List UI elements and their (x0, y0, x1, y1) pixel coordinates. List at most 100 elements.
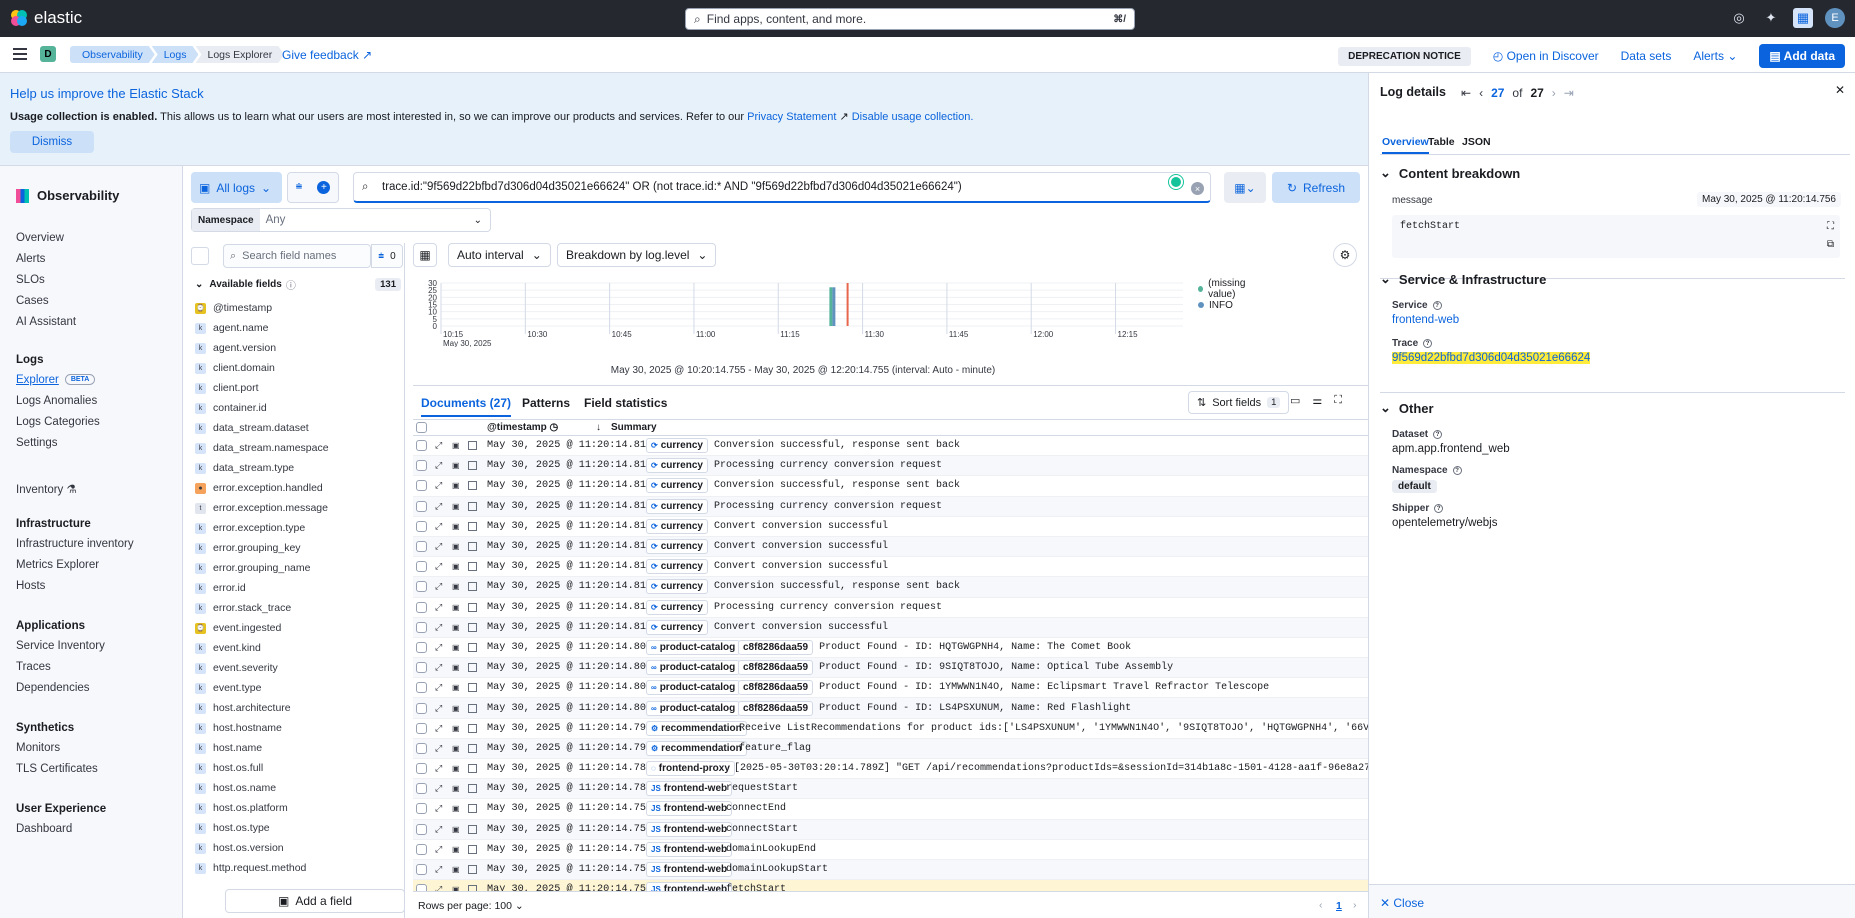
table-row[interactable]: ⤢ ▣ May 30, 2025 @ 11:20:14.809 ∞ product-ca… (413, 638, 1368, 659)
next-page-icon[interactable]: › (1353, 899, 1357, 911)
give-feedback-link[interactable]: Give feedback ↗ (282, 48, 372, 62)
prev-page-icon[interactable]: ‹ (1479, 86, 1483, 100)
field-item[interactable]: k http.request.method (195, 858, 401, 878)
document-icon[interactable] (468, 683, 477, 693)
expand-row-icon[interactable]: ⤢ (435, 460, 442, 471)
field-item[interactable]: k error.id (195, 578, 401, 598)
table-row[interactable]: ⤢ ▣ May 30, 2025 @ 11:20:14.814 ⟳ currency Co… (413, 517, 1368, 537)
expand-row-icon[interactable]: ⤢ (435, 703, 442, 714)
field-item[interactable]: k data_stream.type (195, 458, 401, 478)
row-checkbox[interactable] (416, 581, 427, 593)
document-icon[interactable] (468, 703, 477, 713)
nav-item-dependencies[interactable]: Dependencies (16, 682, 105, 696)
alerts-menu[interactable]: Alerts ⌄ (1693, 49, 1737, 63)
legend-item-missing[interactable]: (missing value)⋮ (1198, 278, 1376, 300)
table-row[interactable]: ⤢ ▣ May 30, 2025 @ 11:20:14.809 ∞ product-ca… (413, 658, 1368, 679)
document-icon[interactable] (468, 481, 477, 491)
expand-row-icon[interactable]: ⤢ (435, 723, 442, 734)
table-row[interactable]: ⤢ ▣ May 30, 2025 @ 11:20:14.756 JS frontend-… (413, 840, 1368, 860)
expand-row-icon[interactable]: ⤢ (435, 763, 442, 774)
stacktrace-icon[interactable]: ▣ (452, 865, 460, 874)
document-icon[interactable] (468, 844, 477, 854)
select-all-checkbox[interactable] (416, 422, 427, 433)
nav-item-ai-assistant[interactable]: AI Assistant (16, 316, 76, 330)
document-icon[interactable] (468, 663, 477, 673)
service-infra-header[interactable]: ⌄ Service & Infrastructure (1380, 271, 1850, 287)
display-settings-icon[interactable]: ⚌ (1312, 394, 1322, 407)
row-checkbox[interactable] (416, 641, 427, 653)
document-icon[interactable] (468, 622, 477, 632)
nav-item-slos[interactable]: SLOs (16, 274, 76, 288)
document-icon[interactable] (468, 461, 477, 471)
service-badge[interactable]: ⟳ currency (646, 619, 708, 635)
service-badge[interactable]: JS frontend-web (646, 841, 733, 857)
service-badge[interactable]: JS frontend-web (646, 862, 733, 878)
document-icon[interactable] (468, 602, 477, 612)
stacktrace-icon[interactable]: ▣ (452, 522, 460, 531)
service-badge[interactable]: JS frontend-web (646, 821, 733, 837)
stacktrace-icon[interactable]: ▣ (452, 441, 460, 450)
service-badge[interactable]: ⟳ currency (646, 539, 708, 555)
nav-item-alerts[interactable]: Alerts (16, 253, 76, 267)
stacktrace-icon[interactable]: ▣ (452, 582, 460, 591)
row-checkbox[interactable] (416, 621, 427, 633)
stacktrace-icon[interactable]: ▣ (452, 603, 460, 612)
expand-row-icon[interactable]: ⤢ (435, 824, 442, 835)
nav-item-tls-certificates[interactable]: TLS Certificates (16, 763, 98, 777)
service-badge[interactable]: ⟳ currency (646, 498, 708, 514)
nav-item-logs-categories[interactable]: Logs Categories (16, 416, 100, 430)
expand-row-icon[interactable]: ⤢ (435, 581, 442, 592)
row-checkbox[interactable] (416, 864, 427, 876)
table-row[interactable]: ⤢ ▣ May 30, 2025 @ 11:20:14.813 ⟳ currency Co… (413, 577, 1368, 598)
nav-item-explorer[interactable]: Explorer BETA (16, 374, 100, 388)
tab-patterns[interactable]: Patterns (522, 396, 570, 410)
stacktrace-icon[interactable]: ▣ (452, 804, 460, 813)
table-row[interactable]: ⤢ ▣ May 30, 2025 @ 11:20:14.814 ⟳ currency Co… (413, 536, 1368, 558)
data-source-selector[interactable]: ▣ All logs ⌄ (191, 172, 282, 203)
tab-table[interactable]: Table (1428, 136, 1455, 148)
row-checkbox[interactable] (416, 742, 427, 754)
expand-row-icon[interactable]: ⤢ (435, 844, 442, 855)
document-icon[interactable] (468, 784, 477, 794)
field-item[interactable]: ⌚ @timestamp (195, 298, 401, 318)
calendar-toggle-icon[interactable]: ▦ (413, 243, 437, 267)
service-badge[interactable]: ⟳ currency (646, 438, 708, 454)
table-row[interactable]: ⤢ ▣ May 30, 2025 @ 11:20:14.798 ⚙ recommenda… (413, 719, 1368, 739)
field-item[interactable]: k error.grouping_name (195, 558, 401, 578)
field-item[interactable]: k error.stack_trace (195, 598, 401, 618)
field-filter-button[interactable]: ⩧ 0 (371, 244, 403, 268)
column-summary[interactable]: Summary (611, 422, 657, 433)
chart-options-icon[interactable]: ⚙ (1333, 243, 1357, 267)
nav-item-settings[interactable]: Settings (16, 437, 100, 451)
field-item[interactable]: k event.severity (195, 658, 401, 678)
add-data-button[interactable]: ▤ Add data (1759, 44, 1845, 68)
nav-item-logs-anomalies[interactable]: Logs Anomalies (16, 395, 100, 409)
nav-item-dashboard[interactable]: Dashboard (16, 823, 106, 837)
sort-fields-button[interactable]: ⇅ Sort fields 1 (1188, 391, 1290, 414)
service-badge[interactable]: JS frontend-web (646, 801, 733, 817)
table-row[interactable]: ⤢ ▣ May 30, 2025 @ 11:20:14.789 ◌ frontend-p… (413, 759, 1368, 780)
tab-json[interactable]: JSON (1462, 136, 1491, 148)
data-sets-link[interactable]: Data sets (1621, 49, 1672, 63)
table-row[interactable]: ⤢ ▣ May 30, 2025 @ 11:20:14.756 JS frontend-… (413, 819, 1368, 840)
expand-row-icon[interactable]: ⤢ (435, 622, 442, 633)
document-icon[interactable] (468, 582, 477, 592)
document-icon[interactable] (468, 441, 477, 451)
row-checkbox[interactable] (416, 763, 427, 775)
stacktrace-icon[interactable]: ▣ (452, 764, 460, 773)
row-checkbox[interactable] (416, 702, 427, 714)
trace-id-badge[interactable]: c8f8286daa59 (738, 639, 814, 655)
nav-item-inventory[interactable]: Inventory ⚗ (16, 482, 77, 496)
table-row[interactable]: ⤢ ▣ May 30, 2025 @ 11:20:14.814 ⟳ currency Co… (413, 557, 1368, 578)
stacktrace-icon[interactable]: ▣ (452, 845, 460, 854)
document-icon[interactable] (468, 804, 477, 814)
column-timestamp[interactable]: @timestamp ◷ (487, 422, 558, 433)
expand-row-icon[interactable]: ⤢ (435, 561, 442, 572)
date-picker-button[interactable]: ▦⌄ (1224, 172, 1266, 203)
table-row[interactable]: ⤢ ▣ May 30, 2025 @ 11:20:14.809 ∞ product-ca… (413, 698, 1368, 719)
service-badge[interactable]: ⟳ currency (646, 599, 708, 615)
stacktrace-icon[interactable]: ▣ (452, 481, 460, 490)
field-item[interactable]: k data_stream.namespace (195, 438, 401, 458)
field-item[interactable]: k host.name (195, 738, 401, 758)
stacktrace-icon[interactable]: ▣ (452, 562, 460, 571)
